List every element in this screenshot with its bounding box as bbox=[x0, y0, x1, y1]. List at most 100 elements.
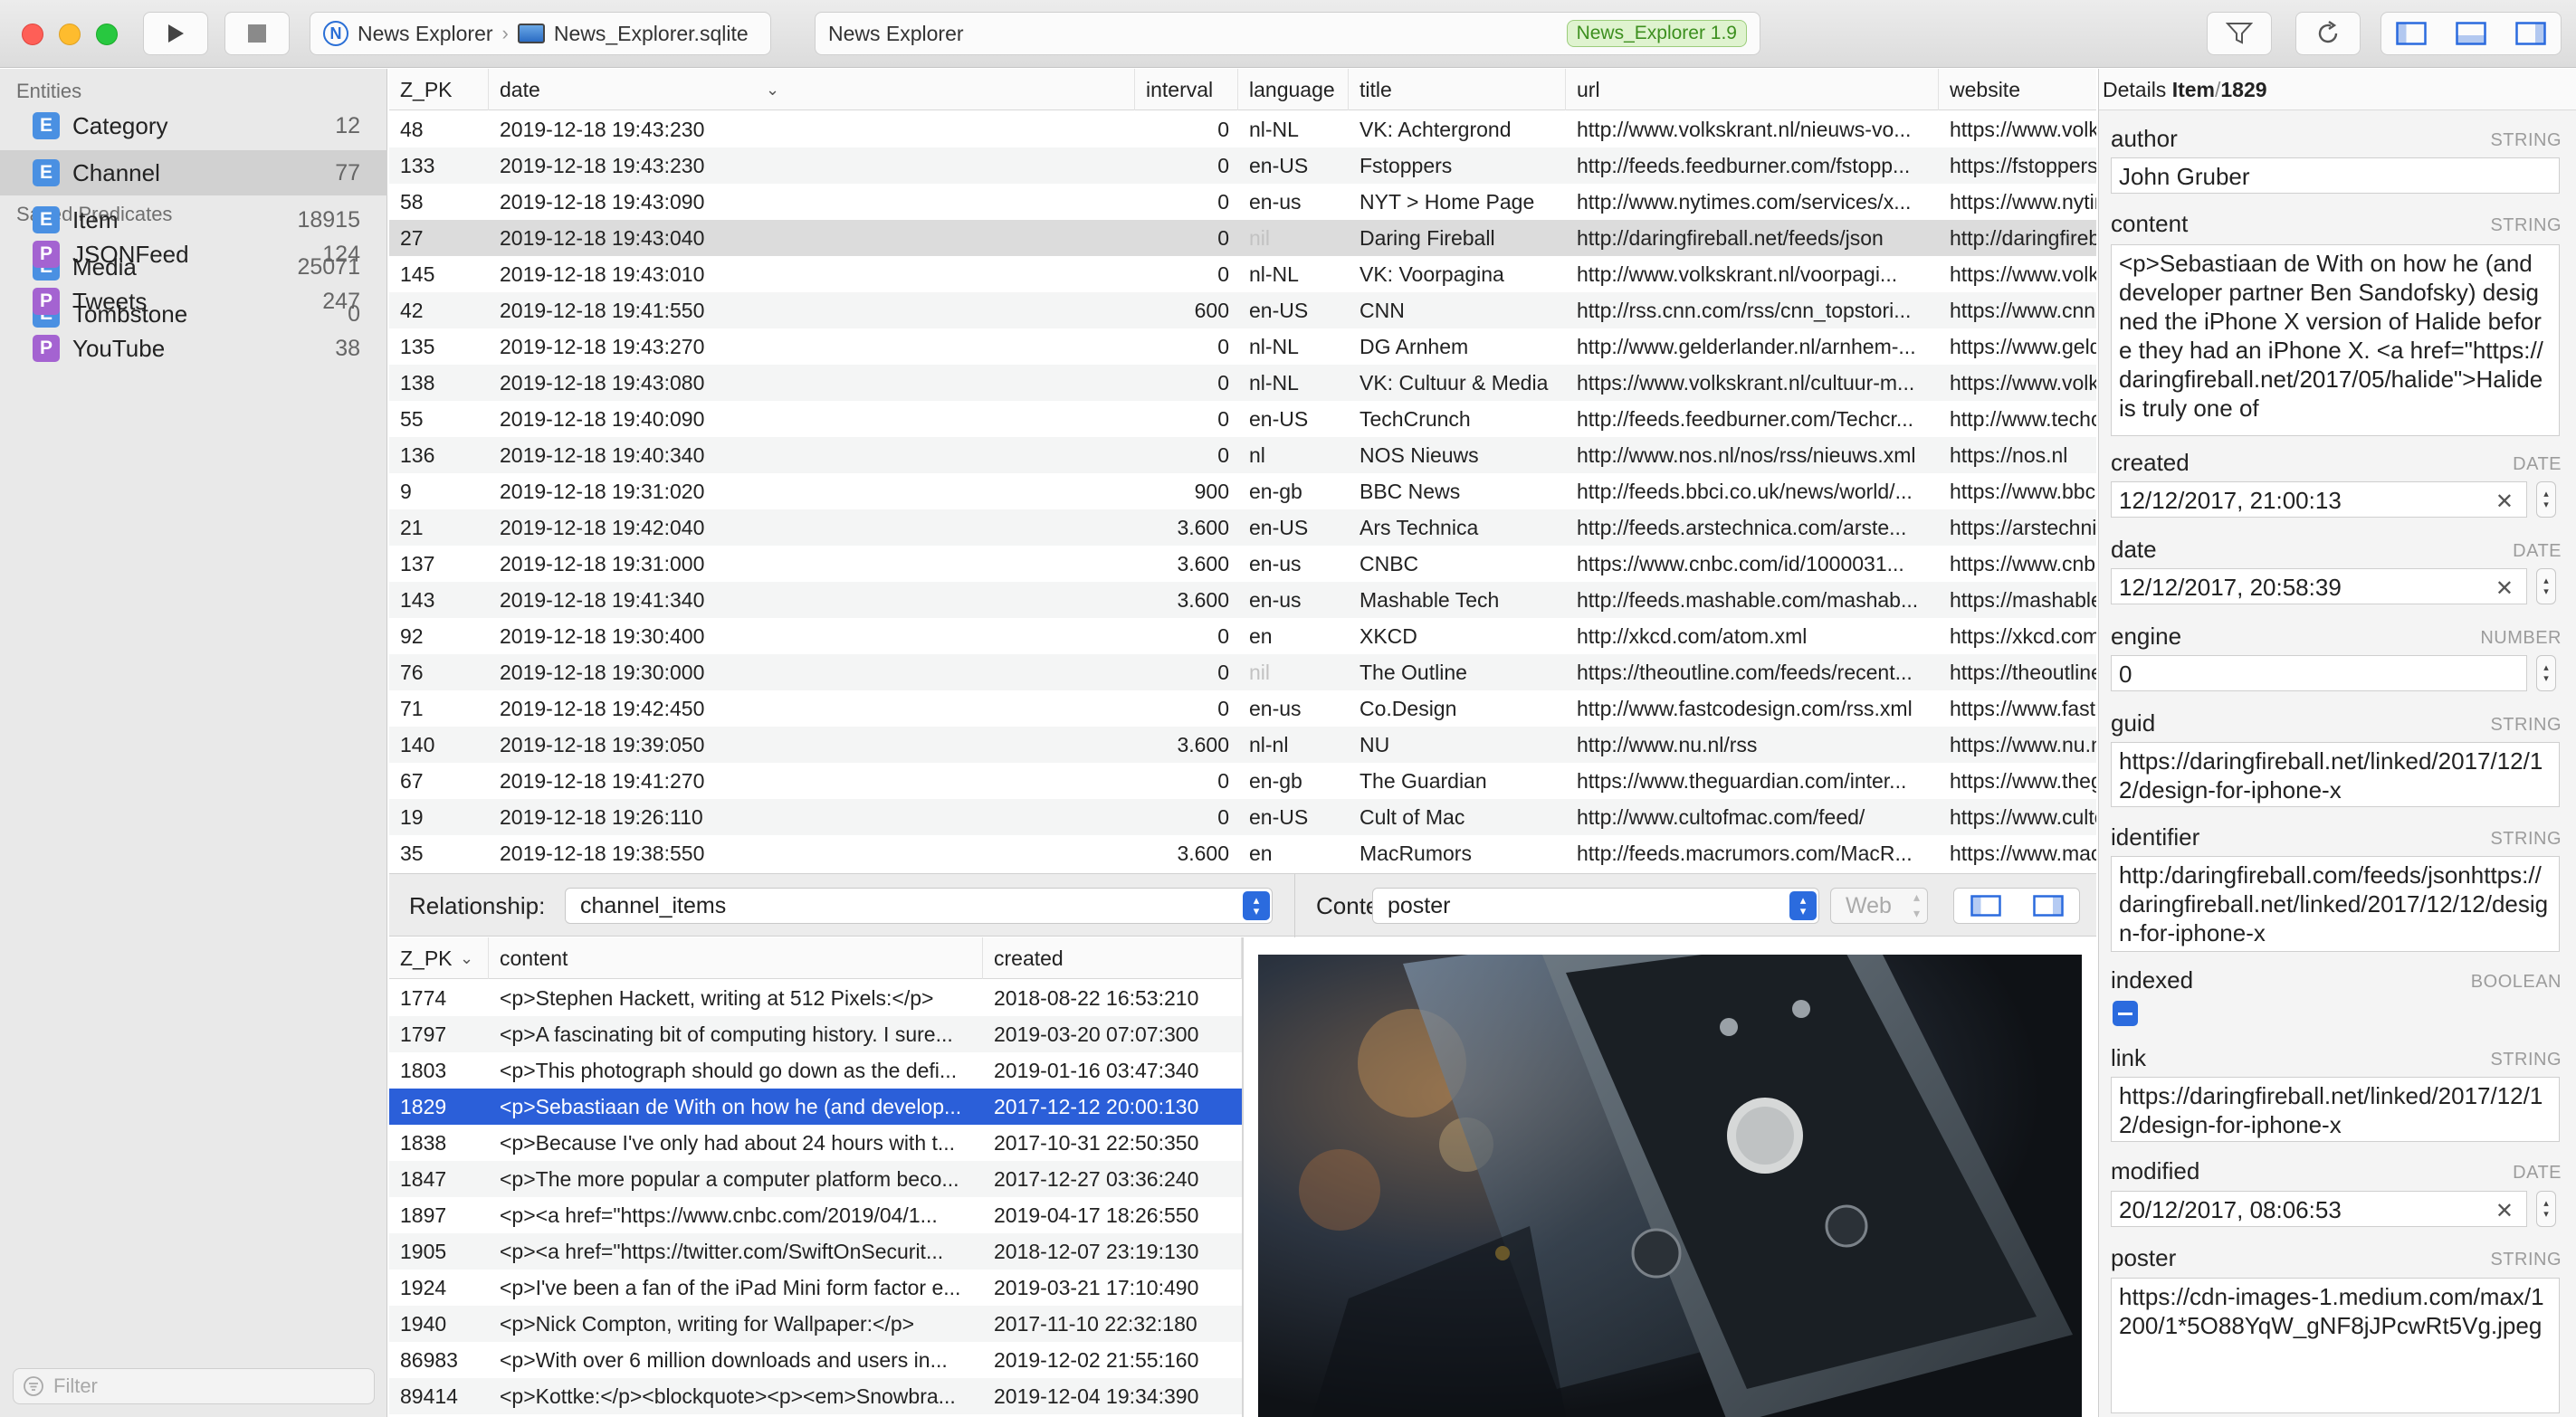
cell-content: <p>Kottke:</p><blockquote><p><em>Snowbra… bbox=[500, 1384, 956, 1408]
list-item[interactable]: 1905 <p><a href="https://twitter.com/Swif… bbox=[389, 1233, 1242, 1270]
run-button[interactable] bbox=[143, 12, 208, 55]
clear-icon[interactable]: ✕ bbox=[2495, 575, 2514, 604]
clear-icon[interactable]: ✕ bbox=[2495, 488, 2514, 517]
col-header-title[interactable]: title bbox=[1349, 69, 1566, 110]
table-row[interactable]: 27 2019-12-18 19:43:040 0 nil Daring Firebal… bbox=[389, 220, 2096, 256]
table-row[interactable]: 135 2019-12-18 19:43:270 0 nl-NL DG Arnhem ht… bbox=[389, 328, 2096, 365]
list-item[interactable]: 89414 <p>Kottke:</p><blockquote><p><em>Sn… bbox=[389, 1378, 1242, 1414]
table-row[interactable]: 92 2019-12-18 19:30:400 0 en XKCD http://xkcd… bbox=[389, 618, 2096, 654]
sidebar-filter-field[interactable]: Filter bbox=[13, 1368, 375, 1404]
app-window: N News Explorer › News_Explorer.sqlite N… bbox=[0, 0, 2576, 1417]
col-header-url[interactable]: url bbox=[1566, 69, 1939, 110]
layout-left-icon[interactable] bbox=[1970, 895, 2001, 917]
table-row[interactable]: 137 2019-12-18 19:31:000 3.600 en-us CNBC htt… bbox=[389, 546, 2096, 582]
col-header-website[interactable]: website bbox=[1939, 69, 2096, 110]
items-col-header-zpk[interactable]: Z_PK ⌄ bbox=[389, 937, 489, 979]
details-header-entity: Item bbox=[2171, 78, 2215, 101]
table-row[interactable]: 58 2019-12-18 19:43:090 0 en-us NYT > Home P… bbox=[389, 184, 2096, 220]
list-item[interactable]: 1803 <p>This photograph should go down as… bbox=[389, 1052, 1242, 1089]
table-row[interactable]: 19 2019-12-18 19:26:110 0 en-US Cult of Mac h… bbox=[389, 799, 2096, 835]
split-divider[interactable] bbox=[1242, 937, 1244, 1417]
zoom-window-button[interactable] bbox=[96, 24, 118, 45]
field-poster[interactable]: https://cdn-images-1.medium.com/max/1200… bbox=[2111, 1278, 2560, 1413]
list-item[interactable]: 1838 <p>Because I've only had about 24 ho… bbox=[389, 1125, 1242, 1161]
cell-interval: 0 bbox=[1217, 226, 1229, 250]
table-row[interactable]: 133 2019-12-18 19:43:230 0 en-US Fstoppers ht… bbox=[389, 147, 2096, 184]
table-row[interactable]: 136 2019-12-18 19:40:340 0 nl NOS Nieuws http… bbox=[389, 437, 2096, 473]
col-header-date[interactable]: date ⌄ bbox=[489, 69, 1135, 110]
relationship-popup[interactable]: channel_items ▴ ▾ bbox=[565, 888, 1273, 924]
field-link[interactable]: https://daringfireball.net/linked/2017/1… bbox=[2111, 1077, 2560, 1142]
table-row[interactable]: 21 2019-12-18 19:42:040 3.600 en-US Ars Tech… bbox=[389, 509, 2096, 546]
layout-right-icon[interactable] bbox=[2032, 895, 2064, 917]
minimize-window-button[interactable] bbox=[59, 24, 81, 45]
cell-interval: 0 bbox=[1217, 371, 1229, 395]
content-mode-popup[interactable]: Web ▴ ▾ bbox=[1830, 888, 1928, 924]
field-engine[interactable]: 0 bbox=[2111, 655, 2527, 691]
table-row[interactable]: 35 2019-12-18 19:38:550 3.600 en MacRumors ht… bbox=[389, 835, 2096, 871]
sidebar-item-tweets[interactable]: P Tweets 247 bbox=[0, 279, 387, 324]
date-stepper[interactable]: ▴ ▾ bbox=[2536, 568, 2556, 604]
field-guid[interactable]: https://daringfireball.net/linked/2017/1… bbox=[2111, 742, 2560, 807]
toggle-sidebar-icon[interactable] bbox=[2396, 22, 2427, 45]
col-header-language[interactable]: language bbox=[1238, 69, 1349, 110]
table-row[interactable]: 76 2019-12-18 19:30:000 0 nil The Outline htt… bbox=[389, 654, 2096, 690]
indexed-checkbox[interactable] bbox=[2113, 1001, 2138, 1026]
col-header-interval[interactable]: interval bbox=[1135, 69, 1238, 110]
field-author[interactable]: John Gruber bbox=[2111, 157, 2560, 194]
cell-website: https://www.nytimes.com?emc=rss&partner=… bbox=[1950, 190, 2096, 214]
table-row[interactable]: 140 2019-12-18 19:39:050 3.600 nl-nl NU http:… bbox=[389, 727, 2096, 763]
toggle-inspector-icon[interactable] bbox=[2515, 22, 2546, 45]
field-modified[interactable]: 20/12/2017, 08:06:53 ✕ bbox=[2111, 1191, 2527, 1227]
list-item[interactable]: 1940 <p>Nick Compton, writing for Wallpap… bbox=[389, 1306, 1242, 1342]
col-header-zpk[interactable]: Z_PK bbox=[389, 69, 489, 110]
close-window-button[interactable] bbox=[22, 24, 43, 45]
table-row[interactable]: 48 2019-12-18 19:43:230 0 nl-NL VK: Achtergr… bbox=[389, 111, 2096, 147]
list-item[interactable]: 1924 <p>I've been a fan of the iPad Mini … bbox=[389, 1270, 1242, 1306]
cell-interval: 0 bbox=[1217, 805, 1229, 829]
field-date[interactable]: 12/12/2017, 20:58:39 ✕ bbox=[2111, 568, 2527, 604]
refresh-button[interactable] bbox=[2295, 12, 2361, 55]
cell-title: The Outline bbox=[1360, 661, 1467, 684]
table-row[interactable]: 9 2019-12-18 19:31:020 900 en-gb BBC News htt… bbox=[389, 473, 2096, 509]
cell-website: https://www.gelderlander.nl bbox=[1950, 335, 2096, 358]
list-item[interactable]: 1829 <p>Sebastiaan de With on how he (and… bbox=[389, 1089, 1242, 1125]
sort-chevron-down-icon: ⌄ bbox=[766, 81, 780, 99]
poster-image bbox=[1258, 955, 2082, 1417]
table-row[interactable]: 138 2019-12-18 19:43:080 0 nl-NL VK: Cultuur… bbox=[389, 365, 2096, 401]
field-identifier[interactable]: http:/daringfireball.com/feeds/jsonhttps… bbox=[2111, 856, 2560, 952]
items-col-header-content[interactable]: content bbox=[489, 937, 983, 979]
table-row[interactable]: 143 2019-12-18 19:41:340 3.600 en-us Mashabl… bbox=[389, 582, 2096, 618]
list-item[interactable]: 1797 <p>A fascinating bit of computing hi… bbox=[389, 1016, 1242, 1052]
engine-stepper[interactable]: ▴ ▾ bbox=[2536, 655, 2556, 691]
list-item[interactable]: 86983 <p>With over 6 million downloads an… bbox=[389, 1342, 1242, 1378]
cell-date: 2019-12-18 19:41:550 bbox=[500, 299, 705, 322]
breadcrumb[interactable]: N News Explorer › News_Explorer.sqlite bbox=[310, 12, 771, 55]
table-row[interactable]: 55 2019-12-18 19:40:090 0 en-US TechCrunch ht… bbox=[389, 401, 2096, 437]
field-content[interactable]: <p>Sebastiaan de With on how he (and dev… bbox=[2111, 244, 2560, 436]
table-row[interactable]: 145 2019-12-18 19:43:010 0 nl-NL VK: Voorpag… bbox=[389, 256, 2096, 292]
created-stepper[interactable]: ▴ ▾ bbox=[2536, 481, 2556, 518]
content-popup[interactable]: poster ▴ ▾ bbox=[1372, 888, 1819, 924]
field-created[interactable]: 12/12/2017, 21:00:13 ✕ bbox=[2111, 481, 2527, 518]
items-col-header-created[interactable]: created bbox=[983, 937, 1242, 979]
table-row[interactable]: 71 2019-12-18 19:42:450 0 en-us Co.Design htt… bbox=[389, 690, 2096, 727]
modified-stepper[interactable]: ▴ ▾ bbox=[2536, 1191, 2556, 1227]
list-item[interactable]: 1897 <p><a href="https://www.cnbc.com/201… bbox=[389, 1197, 1242, 1233]
table-row[interactable]: 42 2019-12-18 19:41:550 600 en-US CNN http://… bbox=[389, 292, 2096, 328]
toggle-bottom-panel-icon[interactable] bbox=[2456, 22, 2486, 45]
cell-zpk: 1897 bbox=[400, 1203, 447, 1227]
filter-button[interactable] bbox=[2207, 12, 2272, 55]
stop-button[interactable] bbox=[224, 12, 290, 55]
table-row[interactable]: 67 2019-12-18 19:41:270 0 en-gb The Guardian… bbox=[389, 763, 2096, 799]
clear-icon[interactable]: ✕ bbox=[2495, 1197, 2514, 1226]
cell-url: https://www.theguardian.com/inter... bbox=[1577, 769, 1907, 793]
sidebar-item-channel[interactable]: E Channel 77 bbox=[0, 150, 387, 195]
sidebar-item-youtube[interactable]: P YouTube 38 bbox=[0, 326, 387, 371]
list-item[interactable]: 1847 <p>The more popular a computer platf… bbox=[389, 1161, 1242, 1197]
breadcrumb-file[interactable]: News_Explorer.sqlite bbox=[554, 22, 749, 46]
sidebar-item-category[interactable]: E Category 12 bbox=[0, 103, 387, 148]
breadcrumb-app[interactable]: News Explorer bbox=[358, 22, 493, 46]
list-item[interactable]: 1774 <p>Stephen Hackett, writing at 512 P… bbox=[389, 980, 1242, 1016]
sidebar-item-jsonfeed[interactable]: P JSONFeed 124 bbox=[0, 232, 387, 277]
